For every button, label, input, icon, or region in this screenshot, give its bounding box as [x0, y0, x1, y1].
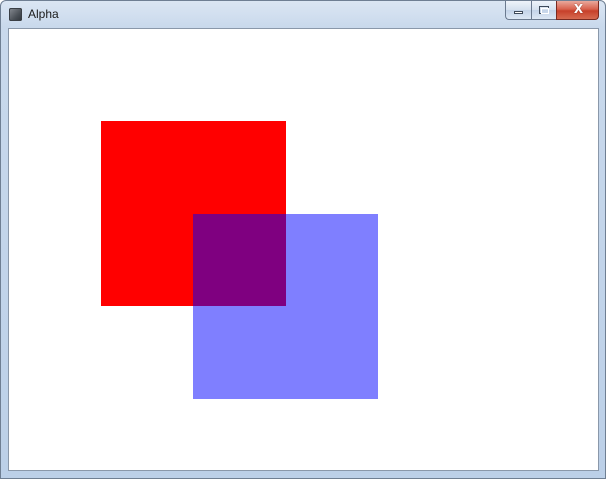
- app-window: Alpha X: [0, 0, 606, 479]
- blue-square: [193, 214, 378, 399]
- minimize-icon: [514, 11, 523, 14]
- maximize-button[interactable]: [531, 1, 556, 20]
- window-title: Alpha: [28, 7, 59, 21]
- drawing-canvas: [8, 28, 599, 471]
- title-bar[interactable]: Alpha X: [1, 1, 605, 28]
- close-button[interactable]: X: [556, 1, 599, 20]
- minimize-button[interactable]: [505, 1, 531, 20]
- caption-buttons: X: [505, 1, 599, 20]
- close-icon: X: [573, 2, 584, 16]
- maximize-icon: [539, 6, 549, 14]
- app-icon[interactable]: [9, 8, 22, 21]
